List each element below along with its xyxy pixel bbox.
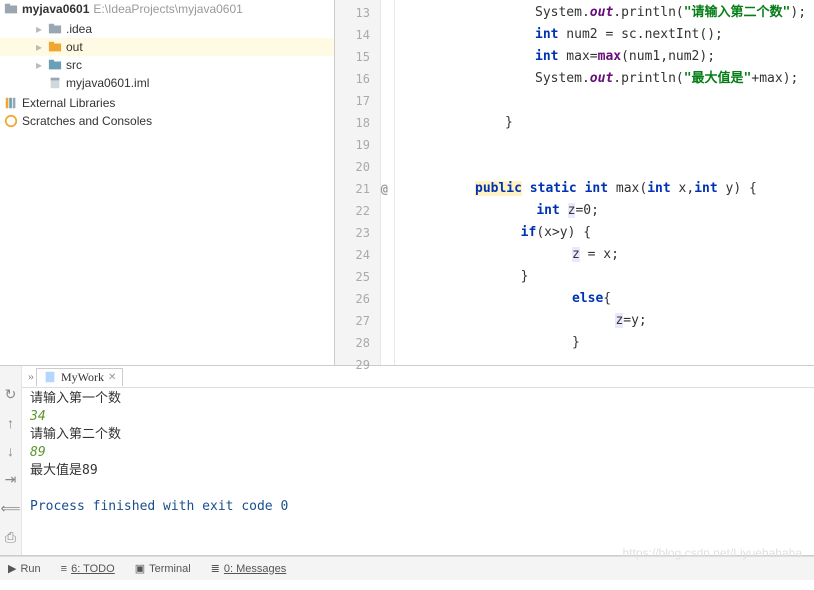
wrap-icon[interactable]: ⇥ <box>5 471 17 488</box>
console-output[interactable]: 请输入第一个数34请输入第二个数89最大值是89 Process finishe… <box>22 388 814 518</box>
project-tree: myjava0601 E:\IdeaProjects\myjava0601 ▸.… <box>0 0 335 365</box>
tree-item-out[interactable]: ▸out <box>0 38 334 56</box>
project-name: myjava0601 <box>22 2 89 16</box>
messages-tool-button[interactable]: ≣ 0: Messages <box>211 562 287 575</box>
watermark: https://blog.csdn.net/Liyuehahaha <box>623 546 802 560</box>
scratches[interactable]: Scratches and Consoles <box>0 112 334 130</box>
project-root[interactable]: myjava0601 E:\IdeaProjects\myjava0601 <box>0 0 334 18</box>
print-icon[interactable]: ⎙ <box>5 529 16 546</box>
run-tab-mywork[interactable]: MyWork ✕ <box>36 368 123 386</box>
rerun-icon[interactable]: ↻ <box>5 386 17 403</box>
down-icon[interactable]: ↓ <box>7 443 14 459</box>
scratches-icon <box>4 114 18 128</box>
folder-icon <box>4 2 18 16</box>
code-area[interactable]: System.out.println("请输入第二个数");int num2 =… <box>395 0 814 365</box>
up-icon[interactable]: ↑ <box>7 415 14 431</box>
scroll-icon[interactable]: ⟸ <box>0 500 20 517</box>
terminal-tool-button[interactable]: ▣ Terminal <box>135 562 191 575</box>
todo-tool-button[interactable]: ≡ 6: TODO <box>61 563 115 575</box>
library-icon <box>4 96 18 110</box>
tree-item-myjava0601iml[interactable]: myjava0601.iml <box>0 74 334 92</box>
java-file-icon <box>43 370 57 384</box>
project-path: E:\IdeaProjects\myjava0601 <box>93 2 242 16</box>
run-tool-button[interactable]: ▶ Run <box>8 562 41 575</box>
code-editor[interactable]: 1314151617181920212223242526272829 Syste… <box>335 0 814 365</box>
console-panel: » MyWork ✕ 请输入第一个数34请输入第二个数89最大值是89 Proc… <box>22 366 814 555</box>
line-gutter: 1314151617181920212223242526272829 <box>335 0 381 365</box>
close-tab-icon[interactable]: ✕ <box>108 372 116 383</box>
run-toolbar: ↻ ↑ ↓ ⇥ ⟸ ⎙ <box>0 366 22 555</box>
external-libraries[interactable]: External Libraries <box>0 94 334 112</box>
tree-item-src[interactable]: ▸src <box>0 56 334 74</box>
tree-item-idea[interactable]: ▸.idea <box>0 20 334 38</box>
